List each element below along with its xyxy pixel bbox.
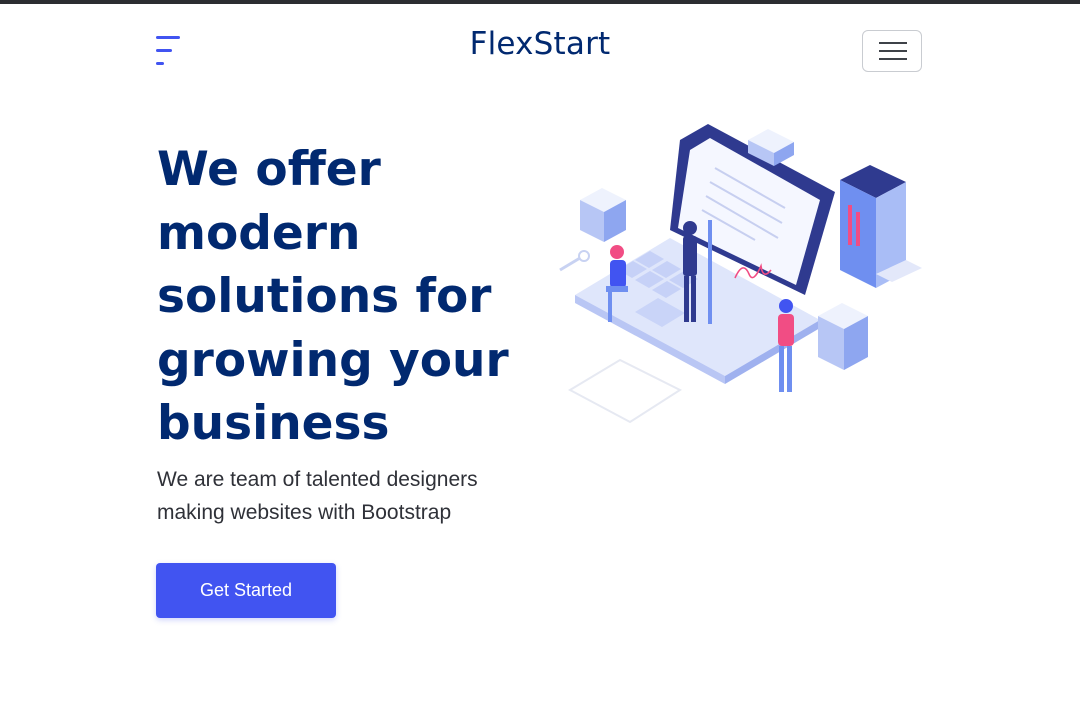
isometric-laptop-team-illustration <box>559 124 922 424</box>
get-started-button[interactable]: Get Started <box>156 563 336 618</box>
hero-subtitle: We are team of talented designers making… <box>157 468 478 524</box>
top-border <box>0 0 1080 4</box>
hamburger-menu-icon <box>879 42 907 44</box>
hero-title: We offer modern solutions for growing yo… <box>157 142 509 451</box>
hamburger-menu-button[interactable] <box>862 30 922 72</box>
